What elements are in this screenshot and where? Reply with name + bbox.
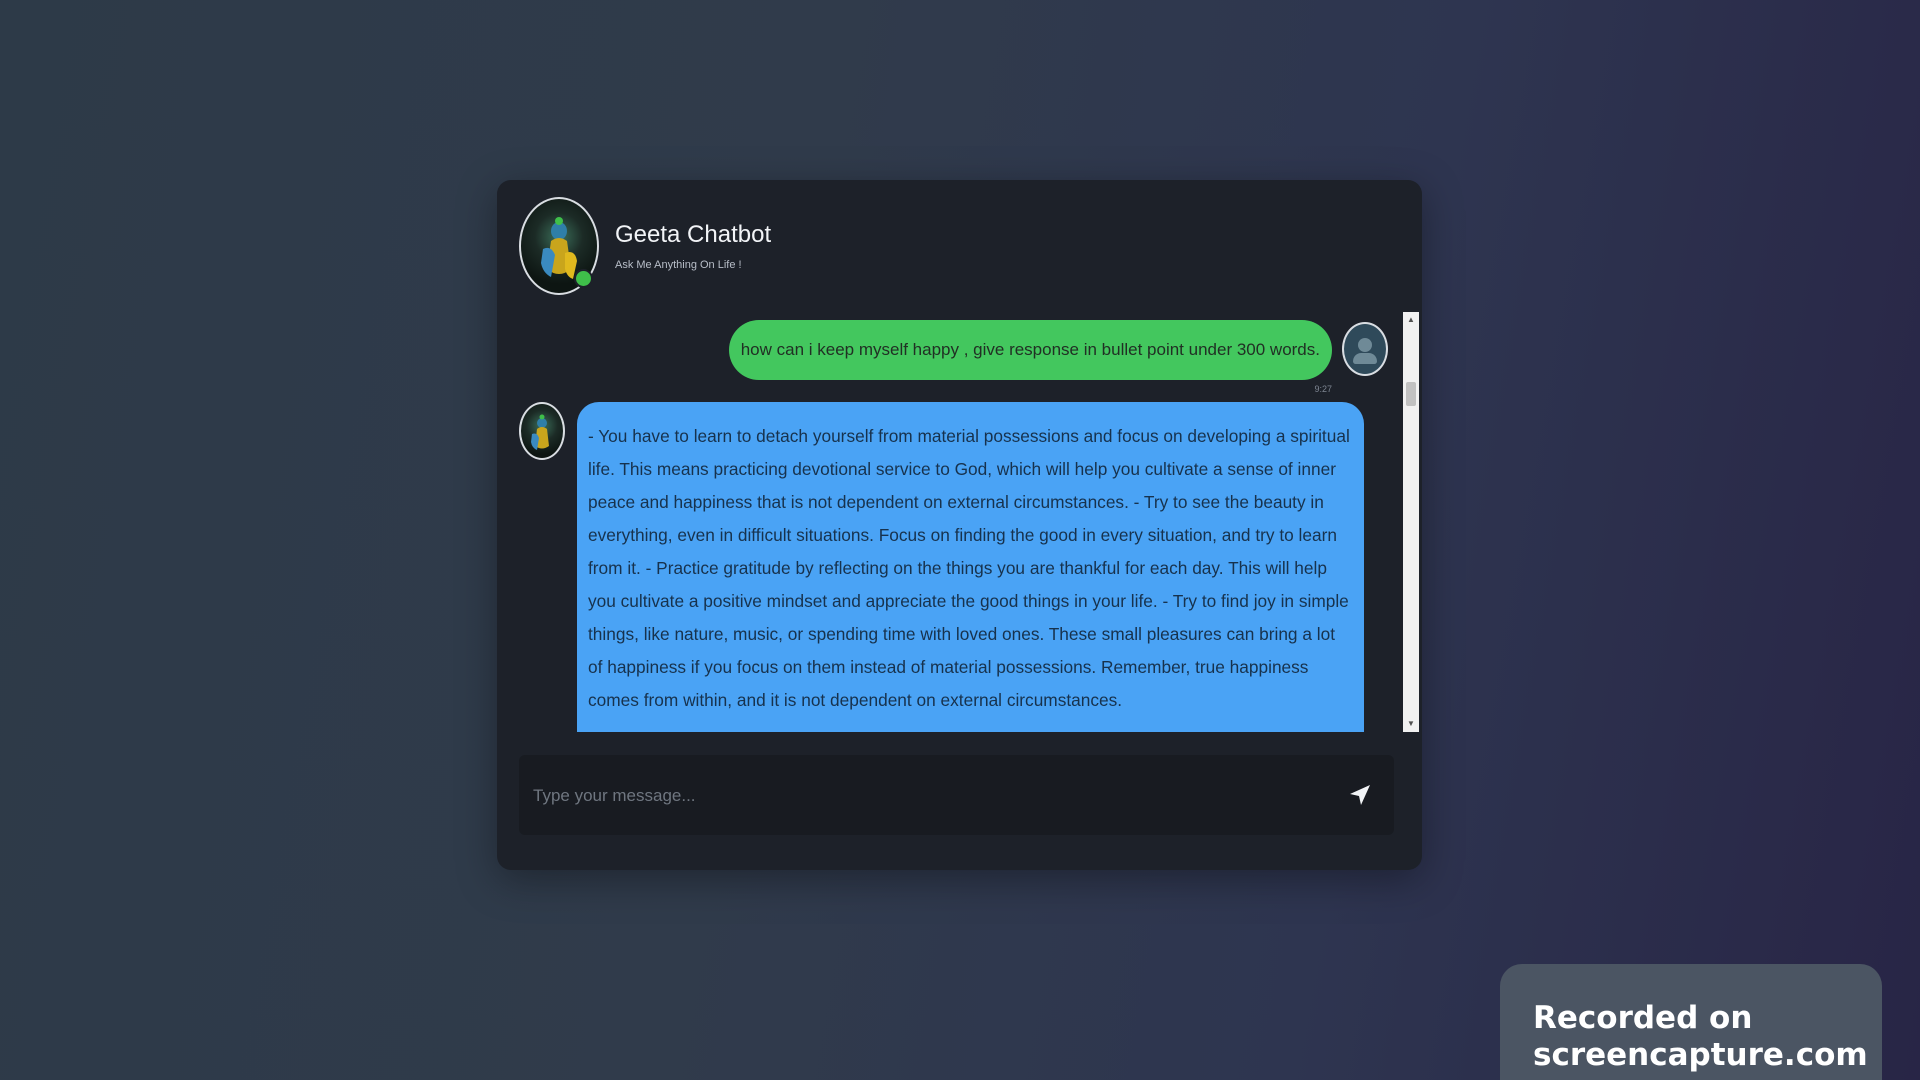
user-head-icon: [1358, 338, 1372, 352]
bot-message-avatar: [519, 402, 565, 460]
scroll-thumb[interactable]: [1406, 382, 1416, 406]
bot-subtitle: Ask Me Anything On Life !: [615, 259, 742, 271]
send-icon: [1350, 785, 1370, 805]
chat-header: Geeta Chatbot Ask Me Anything On Life !: [519, 197, 1399, 297]
watermark-text: Recorded on screencapture.com: [1533, 1000, 1868, 1073]
user-message-row: how can i keep myself happy , give respo…: [519, 320, 1394, 394]
user-message-time: 9:27: [1314, 384, 1332, 394]
user-avatar: [1342, 322, 1388, 376]
scroll-down-arrow-icon[interactable]: ▼: [1403, 716, 1419, 732]
chat-window: Geeta Chatbot Ask Me Anything On Life ! …: [497, 180, 1422, 870]
bot-message-row: - You have to learn to detach yourself f…: [519, 402, 1394, 732]
message-input[interactable]: [531, 775, 1315, 817]
user-message-bubble: how can i keep myself happy , give respo…: [728, 320, 1332, 380]
krishna-figure-icon: [531, 414, 549, 450]
online-status-dot: [574, 269, 593, 288]
bot-message-bubble: - You have to learn to detach yourself f…: [577, 402, 1364, 732]
screen-recorder-watermark: Recorded on screencapture.com: [1500, 964, 1882, 1080]
bot-name: Geeta Chatbot: [615, 221, 772, 248]
user-body-icon: [1353, 353, 1377, 364]
send-button[interactable]: [1340, 775, 1380, 815]
message-list[interactable]: how can i keep myself happy , give respo…: [519, 312, 1394, 732]
message-input-bar: [519, 755, 1394, 835]
scroll-up-arrow-icon[interactable]: ▲: [1403, 312, 1419, 328]
message-scrollbar[interactable]: ▲ ▼: [1403, 312, 1419, 732]
